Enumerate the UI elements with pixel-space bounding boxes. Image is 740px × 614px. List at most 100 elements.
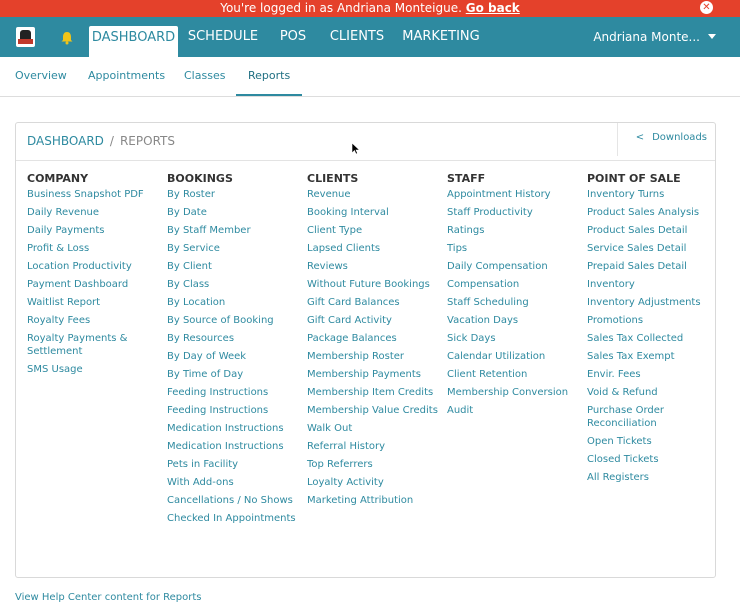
downloads-label: Downloads: [652, 132, 707, 143]
divider: [16, 160, 715, 161]
tab-appointments[interactable]: Appointments: [88, 57, 165, 96]
report-link[interactable]: Staff Scheduling: [447, 296, 587, 309]
report-link[interactable]: By Source of Booking: [167, 314, 307, 327]
help-center-link[interactable]: View Help Center content for Reports: [15, 592, 201, 603]
report-link[interactable]: Royalty Fees: [27, 314, 167, 327]
report-link[interactable]: Location Productivity: [27, 260, 167, 273]
report-link[interactable]: By Client: [167, 260, 307, 273]
user-menu[interactable]: Andriana Monte...: [593, 17, 716, 57]
report-link[interactable]: Inventory Adjustments: [587, 296, 727, 309]
report-link[interactable]: Walk Out: [307, 422, 447, 435]
report-link[interactable]: Gift Card Balances: [307, 296, 447, 309]
close-icon[interactable]: ✕: [700, 1, 713, 14]
report-link[interactable]: Inventory: [587, 278, 727, 291]
tab-dashboard[interactable]: DASHBOARD: [89, 26, 178, 57]
report-link[interactable]: Prepaid Sales Detail: [587, 260, 727, 273]
report-link[interactable]: All Registers: [587, 471, 727, 484]
report-link[interactable]: Profit & Loss: [27, 242, 167, 255]
report-link[interactable]: Membership Conversion: [447, 386, 587, 399]
report-link[interactable]: Package Balances: [307, 332, 447, 345]
report-link[interactable]: Booking Interval: [307, 206, 447, 219]
report-link[interactable]: By Staff Member: [167, 224, 307, 237]
report-link[interactable]: By Time of Day: [167, 368, 307, 381]
report-link[interactable]: Feeding Instructions: [167, 386, 307, 399]
column-title: COMPANY: [27, 172, 89, 185]
report-link[interactable]: Service Sales Detail: [587, 242, 727, 255]
bell-icon[interactable]: [60, 30, 74, 45]
downloads-button[interactable]: < Downloads: [616, 123, 707, 156]
report-link[interactable]: Client Type: [307, 224, 447, 237]
report-link[interactable]: Appointment History: [447, 188, 587, 201]
report-link[interactable]: SMS Usage: [27, 363, 167, 376]
tab-clients[interactable]: CLIENTS: [325, 17, 389, 57]
report-link[interactable]: Membership Roster: [307, 350, 447, 363]
report-link[interactable]: Compensation: [447, 278, 587, 291]
report-link[interactable]: By Class: [167, 278, 307, 291]
report-link[interactable]: Daily Compensation: [447, 260, 587, 273]
report-link[interactable]: Business Snapshot PDF: [27, 188, 167, 201]
report-link[interactable]: Purchase Order Reconciliation: [587, 404, 727, 430]
report-link[interactable]: By Roster: [167, 188, 307, 201]
report-link[interactable]: Referral History: [307, 440, 447, 453]
tab-marketing[interactable]: MARKETING: [398, 17, 484, 57]
report-link[interactable]: Tips: [447, 242, 587, 255]
report-link[interactable]: Product Sales Detail: [587, 224, 727, 237]
report-link[interactable]: Medication Instructions: [167, 422, 307, 435]
report-link[interactable]: By Date: [167, 206, 307, 219]
report-link[interactable]: Membership Value Credits: [307, 404, 447, 417]
mouse-cursor-icon: [352, 143, 360, 155]
report-link[interactable]: Gift Card Activity: [307, 314, 447, 327]
report-link[interactable]: Promotions: [587, 314, 727, 327]
report-link[interactable]: By Resources: [167, 332, 307, 345]
report-link[interactable]: Pets in Facility: [167, 458, 307, 471]
report-link[interactable]: Lapsed Clients: [307, 242, 447, 255]
tab-overview[interactable]: Overview: [15, 57, 67, 96]
report-link[interactable]: Envir. Fees: [587, 368, 727, 381]
report-link[interactable]: Sick Days: [447, 332, 587, 345]
tab-classes[interactable]: Classes: [184, 57, 225, 96]
tab-pos[interactable]: POS: [272, 17, 314, 57]
go-back-link[interactable]: Go back: [466, 1, 520, 15]
report-link[interactable]: Top Referrers: [307, 458, 447, 471]
report-link[interactable]: Waitlist Report: [27, 296, 167, 309]
report-link[interactable]: Payment Dashboard: [27, 278, 167, 291]
report-link[interactable]: Inventory Turns: [587, 188, 727, 201]
report-link[interactable]: Daily Payments: [27, 224, 167, 237]
report-link[interactable]: With Add-ons: [167, 476, 307, 489]
report-link[interactable]: Vacation Days: [447, 314, 587, 327]
report-link[interactable]: Daily Revenue: [27, 206, 167, 219]
report-link[interactable]: Closed Tickets: [587, 453, 727, 466]
report-link[interactable]: Membership Item Credits: [307, 386, 447, 399]
report-link[interactable]: Staff Productivity: [447, 206, 587, 219]
report-link[interactable]: By Day of Week: [167, 350, 307, 363]
tab-reports[interactable]: Reports: [236, 57, 303, 96]
report-link[interactable]: Feeding Instructions: [167, 404, 307, 417]
report-link[interactable]: Cancellations / No Shows: [167, 494, 307, 507]
report-link[interactable]: Ratings: [447, 224, 587, 237]
breadcrumb-dashboard[interactable]: DASHBOARD: [27, 134, 104, 148]
report-link[interactable]: Marketing Attribution: [307, 494, 447, 507]
report-link[interactable]: By Service: [167, 242, 307, 255]
report-link[interactable]: Royalty Payments & Settlement: [27, 332, 167, 358]
tab-schedule[interactable]: SCHEDULE: [184, 17, 262, 57]
report-link[interactable]: Sales Tax Collected: [587, 332, 727, 345]
report-link[interactable]: Revenue: [307, 188, 447, 201]
report-link[interactable]: Medication Instructions: [167, 440, 307, 453]
report-link[interactable]: Calendar Utilization: [447, 350, 587, 363]
report-link[interactable]: Checked In Appointments: [167, 512, 307, 525]
column-title: BOOKINGS: [167, 172, 233, 185]
report-link[interactable]: Void & Refund: [587, 386, 727, 399]
report-link[interactable]: Sales Tax Exempt: [587, 350, 727, 363]
report-link[interactable]: Loyalty Activity: [307, 476, 447, 489]
report-link[interactable]: Without Future Bookings: [307, 278, 447, 291]
report-link[interactable]: Reviews: [307, 260, 447, 273]
report-link[interactable]: Product Sales Analysis: [587, 206, 727, 219]
report-link[interactable]: Open Tickets: [587, 435, 727, 448]
report-link[interactable]: Audit: [447, 404, 587, 417]
report-link[interactable]: Membership Payments: [307, 368, 447, 381]
report-link[interactable]: Client Retention: [447, 368, 587, 381]
app-logo[interactable]: [16, 27, 35, 47]
report-link[interactable]: By Location: [167, 296, 307, 309]
user-name: Andriana Monte...: [593, 30, 700, 44]
report-column-point-of-sale: POINT OF SALE Inventory Turns Product Sale…: [587, 172, 727, 489]
